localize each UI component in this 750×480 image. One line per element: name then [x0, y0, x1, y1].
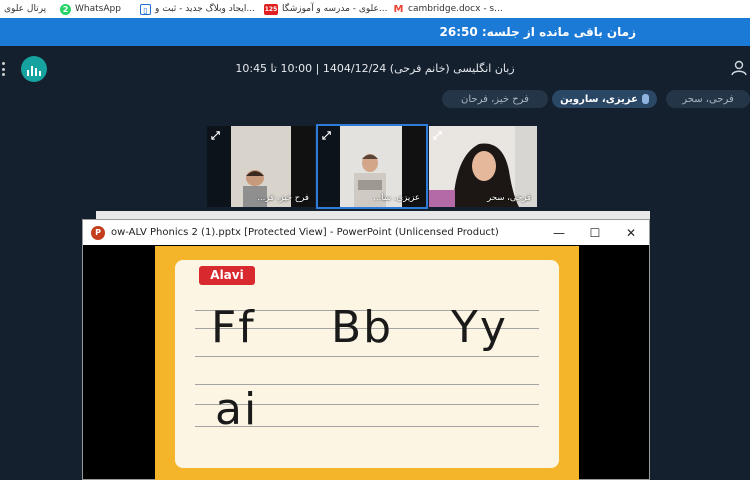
expand-icon[interactable]: ⤢: [322, 130, 334, 142]
video-tile[interactable]: ⤢ فرح خیز، فر...: [207, 126, 315, 207]
school-icon: 125: [264, 3, 278, 15]
participant-chip[interactable]: فرح خیز، فرحان: [442, 90, 548, 108]
blog-icon: ▯: [140, 3, 151, 15]
bookmark-blog[interactable]: ▯ ایجاد وبلاگ جدید - ثبت و...: [140, 0, 255, 18]
bookmarks-bar: پرتال علوی 2 WhatsApp ▯ ایجاد وبلاگ جدید…: [0, 0, 750, 18]
session-timer-bar: زمان باقی مانده از جلسه: 26:50: [0, 18, 750, 46]
participant-chip-active[interactable]: عزیزی، ساروین: [552, 90, 657, 108]
user-icon[interactable]: [730, 59, 748, 77]
bookmark-label: WhatsApp: [75, 4, 121, 14]
whatsapp-icon: 2: [60, 3, 71, 15]
maximize-button[interactable]: ☐: [577, 220, 613, 245]
video-tile-name: عزیزی، سا...: [373, 193, 420, 203]
bookmark-label: cambridge.docx - s...: [408, 4, 503, 14]
class-title: زبان انگلیسی (خانم فرحی) 1404/12/24 | 10…: [235, 62, 515, 75]
participant-chip[interactable]: فرحی، سحر: [666, 90, 750, 108]
letter-pair: Yy: [451, 302, 508, 353]
participant-chip-label: فرحی، سحر: [682, 93, 734, 105]
bookmark-cambridge[interactable]: M cambridge.docx - s...: [393, 0, 503, 18]
powerpoint-titlebar[interactable]: P ow-ALV Phonics 2 (1).pptx [Protected V…: [83, 220, 649, 245]
video-tile-selected[interactable]: ⤢ عزیزی، سا...: [316, 124, 428, 209]
bookmark-label: علوی - مدرسه و آموزشگا...: [282, 4, 388, 14]
video-tile-name: فرح خیز، فر...: [257, 193, 309, 203]
close-button[interactable]: ✕: [613, 220, 649, 245]
letter-pair: Ff: [211, 302, 256, 353]
bookmark-label: ایجاد وبلاگ جدید - ثبت و...: [155, 4, 255, 14]
expand-icon[interactable]: ⤢: [433, 130, 445, 142]
powerpoint-window[interactable]: P ow-ALV Phonics 2 (1).pptx [Protected V…: [82, 219, 650, 480]
bookmark-whatsapp[interactable]: 2 WhatsApp: [60, 0, 121, 18]
letter-pair: Bb: [331, 302, 394, 353]
bookmark-school[interactable]: 125 علوی - مدرسه و آموزشگا...: [264, 0, 388, 18]
powerpoint-logo-icon: P: [91, 225, 105, 240]
participant-chip-label: فرح خیز، فرحان: [461, 93, 529, 105]
participant-chip-label: عزیزی، ساروین: [560, 93, 638, 105]
slide: Alavi Ff Bb Yy ai: [155, 246, 579, 480]
bookmark-portal[interactable]: پرتال علوی: [4, 0, 46, 18]
expand-icon[interactable]: ⤢: [211, 130, 223, 142]
video-tile[interactable]: ⤢ فرحی، سحر: [429, 126, 537, 207]
window-title: ow-ALV Phonics 2 (1).pptx [Protected Vie…: [111, 227, 499, 238]
minimize-button[interactable]: —: [541, 220, 577, 245]
session-timer-text: زمان باقی مانده از جلسه: 26:50: [439, 25, 637, 39]
mic-icon: [641, 94, 649, 104]
bookmark-label: پرتال علوی: [4, 4, 47, 14]
letter-pair: ai: [215, 384, 259, 435]
guide-line: [195, 356, 539, 357]
video-tile-name: فرحی، سحر: [487, 193, 531, 203]
gmail-icon: M: [393, 3, 404, 15]
alavi-badge: Alavi: [199, 266, 255, 285]
slide-card: Alavi Ff Bb Yy ai: [175, 260, 559, 468]
background-window-strip: [96, 211, 650, 219]
